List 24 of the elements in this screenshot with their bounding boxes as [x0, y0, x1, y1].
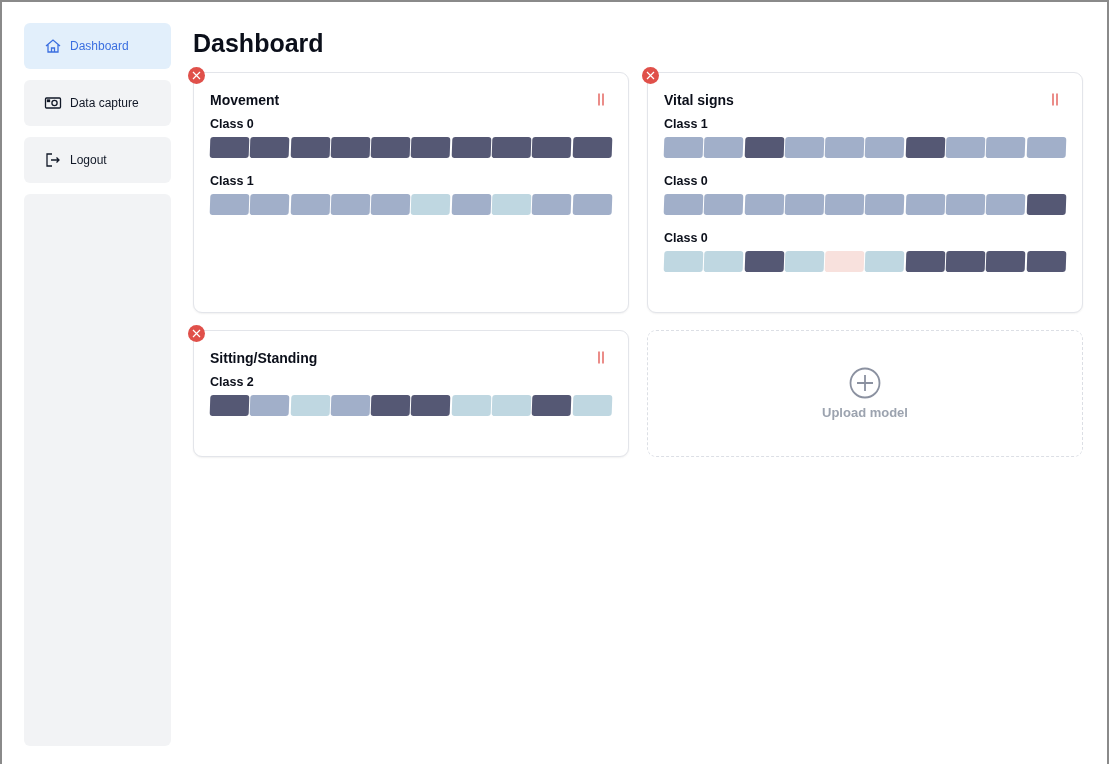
close-icon[interactable]	[642, 67, 659, 84]
card-title: Vital signs	[664, 92, 734, 108]
sidebar-item[interactable]: Data capture	[24, 80, 171, 126]
class-label: Class 1	[210, 174, 255, 188]
class-label: Class 2	[210, 375, 255, 389]
class-label: Class 1	[664, 117, 709, 131]
card-title: Movement	[210, 92, 280, 108]
upload-label: Upload model	[822, 405, 908, 420]
close-icon[interactable]	[188, 67, 205, 84]
pause-icon[interactable]	[597, 351, 605, 364]
page-title: Dashboard	[193, 29, 325, 58]
pause-icon[interactable]	[1051, 93, 1059, 106]
class-label: Class 0	[664, 231, 709, 245]
class-label: Class 0	[210, 117, 255, 131]
card-title: Sitting/Standing	[210, 350, 318, 366]
camera-icon	[44, 95, 62, 111]
close-icon[interactable]	[188, 325, 205, 342]
sidebar-item[interactable]: Logout	[24, 137, 171, 183]
class-label: Class 0	[664, 174, 709, 188]
home-icon	[44, 38, 62, 54]
pause-icon[interactable]	[597, 93, 605, 106]
logout-icon	[44, 152, 62, 168]
plus-circle-icon	[849, 367, 881, 399]
sidebar-item[interactable]: Dashboard	[24, 23, 171, 69]
